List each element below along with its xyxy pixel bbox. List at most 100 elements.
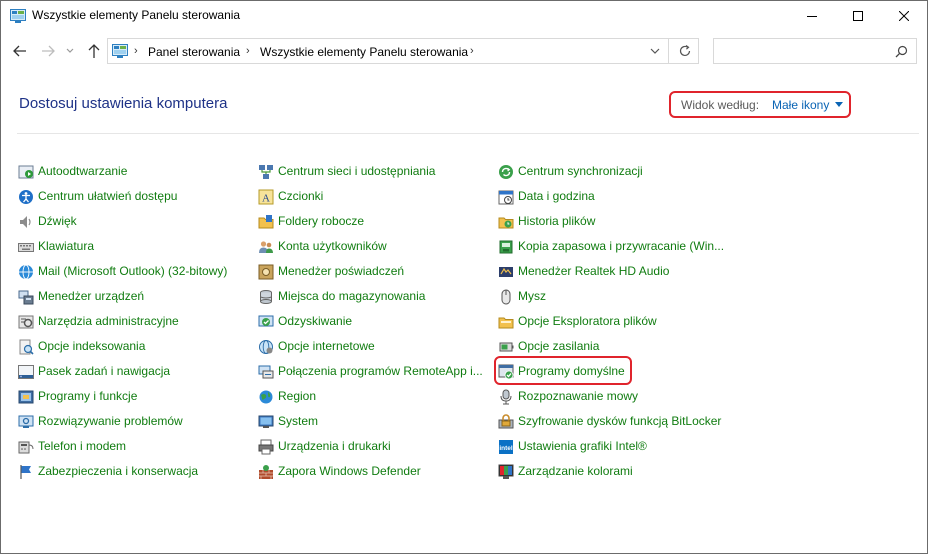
control-panel-item-label[interactable]: Konta użytkowników: [278, 239, 387, 253]
control-panel-item-label[interactable]: Rozwiązywanie problemów: [38, 414, 183, 428]
control-panel-item[interactable]: Kopia zapasowa i przywracanie (Win...: [498, 236, 736, 258]
search-input[interactable]: [713, 38, 917, 64]
address-bar[interactable]: › Panel sterowania › Wszystkie elementy …: [107, 38, 699, 64]
control-panel-icon: [10, 9, 26, 23]
control-panel-item[interactable]: intel Ustawienia grafiki Intel®: [498, 436, 736, 458]
control-panel-icon: [112, 43, 128, 59]
view-by-value[interactable]: Małe ikony: [772, 98, 829, 112]
control-panel-item[interactable]: Region: [258, 386, 496, 408]
control-panel-item-label[interactable]: Menedżer Realtek HD Audio: [518, 264, 669, 278]
control-panel-item[interactable]: Urządzenia i drukarki: [258, 436, 496, 458]
control-panel-item[interactable]: Miejsca do magazynowania: [258, 286, 496, 308]
control-panel-item[interactable]: Narzędzia administracyjne: [18, 311, 256, 333]
address-dropdown-chevron-icon[interactable]: [648, 44, 662, 58]
control-panel-item[interactable]: Data i godzina: [498, 186, 736, 208]
maximize-button[interactable]: [835, 1, 881, 32]
control-panel-item[interactable]: Centrum ułatwień dostępu: [18, 186, 256, 208]
control-panel-item[interactable]: Rozpoznawanie mowy: [498, 386, 736, 408]
control-panel-item-label[interactable]: Centrum synchronizacji: [518, 164, 643, 178]
control-panel-item-label[interactable]: Kopia zapasowa i przywracanie (Win...: [518, 239, 724, 253]
control-panel-item-label[interactable]: Dźwięk: [38, 214, 77, 228]
close-button[interactable]: [881, 1, 927, 32]
control-panel-item[interactable]: Zapora Windows Defender: [258, 461, 496, 483]
control-panel-item[interactable]: Centrum sieci i udostępniania: [258, 161, 496, 183]
control-panel-item[interactable]: Opcje Eksploratora plików: [498, 311, 736, 333]
control-panel-item[interactable]: Autoodtwarzanie: [18, 161, 256, 183]
control-panel-item-label[interactable]: Pasek zadań i nawigacja: [38, 364, 170, 378]
control-panel-item[interactable]: Mysz: [498, 286, 736, 308]
refresh-icon[interactable]: [678, 44, 692, 58]
control-panel-item-label[interactable]: Narzędzia administracyjne: [38, 314, 179, 328]
control-panel-item[interactable]: Opcje indeksowania: [18, 336, 256, 358]
control-panel-item-label[interactable]: Opcje zasilania: [518, 339, 599, 353]
minimize-button[interactable]: [789, 1, 835, 32]
control-panel-item[interactable]: Opcje zasilania: [498, 336, 736, 358]
control-panel-item-label[interactable]: Centrum sieci i udostępniania: [278, 164, 435, 178]
control-panel-item-label[interactable]: System: [278, 414, 318, 428]
control-panel-item-label[interactable]: Odzyskiwanie: [278, 314, 352, 328]
control-panel-item[interactable]: A Czcionki: [258, 186, 496, 208]
control-panel-item[interactable]: Pasek zadań i nawigacja: [18, 361, 256, 383]
control-panel-item[interactable]: Mail (Microsoft Outlook) (32-bitowy): [18, 261, 256, 283]
control-panel-item-label[interactable]: Mail (Microsoft Outlook) (32-bitowy): [38, 264, 227, 278]
control-panel-item-label[interactable]: Data i godzina: [518, 189, 595, 203]
control-panel-item[interactable]: Rozwiązywanie problemów: [18, 411, 256, 433]
control-panel-item[interactable]: Telefon i modem: [18, 436, 256, 458]
control-panel-item[interactable]: Zarządzanie kolorami: [498, 461, 736, 483]
control-panel-item-label[interactable]: Czcionki: [278, 189, 323, 203]
control-panel-item-label[interactable]: Foldery robocze: [278, 214, 364, 228]
control-panel-item-label[interactable]: Opcje Eksploratora plików: [518, 314, 657, 328]
control-panel-item-label[interactable]: Rozpoznawanie mowy: [518, 389, 638, 403]
control-panel-item[interactable]: Konta użytkowników: [258, 236, 496, 258]
control-panel-item[interactable]: Menedżer poświadczeń: [258, 261, 496, 283]
control-panel-item[interactable]: Historia plików: [498, 211, 736, 233]
control-panel-item-label[interactable]: Historia plików: [518, 214, 595, 228]
control-panel-item-label[interactable]: Połączenia programów RemoteApp i...: [278, 364, 483, 378]
control-panel-item[interactable]: Klawiatura: [18, 236, 256, 258]
control-panel-item-label[interactable]: Miejsca do magazynowania: [278, 289, 425, 303]
control-panel-item-label[interactable]: Mysz: [518, 289, 546, 303]
control-panel-item-label[interactable]: Klawiatura: [38, 239, 94, 253]
control-panel-item-label[interactable]: Urządzenia i drukarki: [278, 439, 391, 453]
control-panel-item-label[interactable]: Autoodtwarzanie: [38, 164, 127, 178]
breadcrumb-separator-icon[interactable]: ›: [246, 45, 250, 57]
view-by-selector[interactable]: Widok według: Małe ikony: [669, 91, 851, 118]
control-panel-item-label[interactable]: Zabezpieczenia i konserwacja: [38, 464, 198, 478]
control-panel-item-label[interactable]: Region: [278, 389, 316, 403]
breadcrumb-item[interactable]: Wszystkie elementy Panelu sterowania: [260, 45, 468, 59]
control-panel-item[interactable]: Dźwięk: [18, 211, 256, 233]
breadcrumb-separator-icon[interactable]: ›: [470, 45, 474, 57]
control-panel-item-label[interactable]: Centrum ułatwień dostępu: [38, 189, 177, 203]
control-panel-item-label[interactable]: Ustawienia grafiki Intel®: [518, 439, 647, 453]
control-panel-item-label[interactable]: Opcje internetowe: [278, 339, 375, 353]
breadcrumb-separator-icon[interactable]: ›: [134, 45, 138, 57]
control-panel-item-label[interactable]: Zapora Windows Defender: [278, 464, 421, 478]
up-arrow-icon[interactable]: [85, 42, 103, 60]
control-panel-item[interactable]: Centrum synchronizacji: [498, 161, 736, 183]
control-panel-item[interactable]: Programy i funkcje: [18, 386, 256, 408]
title-bar[interactable]: Wszystkie elementy Panelu sterowania: [1, 1, 927, 32]
search-icon[interactable]: [895, 45, 908, 58]
control-panel-item-label[interactable]: Menedżer poświadczeń: [278, 264, 404, 278]
control-panel-item-label[interactable]: Menedżer urządzeń: [38, 289, 144, 303]
control-panel-item-label[interactable]: Opcje indeksowania: [38, 339, 145, 353]
control-panel-item[interactable]: Opcje internetowe: [258, 336, 496, 358]
control-panel-item[interactable]: Zabezpieczenia i konserwacja: [18, 461, 256, 483]
back-arrow-icon[interactable]: [11, 42, 29, 60]
control-panel-item-label[interactable]: Szyfrowanie dysków funkcją BitLocker: [518, 414, 721, 428]
control-panel-item[interactable]: Połączenia programów RemoteApp i...: [258, 361, 496, 383]
recent-locations-chevron-icon[interactable]: [65, 42, 75, 60]
control-panel-item-label[interactable]: Zarządzanie kolorami: [518, 464, 633, 478]
control-panel-item[interactable]: Odzyskiwanie: [258, 311, 496, 333]
control-panel-item[interactable]: System: [258, 411, 496, 433]
breadcrumb-item[interactable]: Panel sterowania: [148, 45, 240, 59]
control-panel-item-label[interactable]: Telefon i modem: [38, 439, 126, 453]
control-panel-item[interactable]: Menedżer Realtek HD Audio: [498, 261, 736, 283]
forward-arrow-icon[interactable]: [39, 42, 57, 60]
control-panel-item[interactable]: Szyfrowanie dysków funkcją BitLocker: [498, 411, 736, 433]
view-dropdown-arrow-icon[interactable]: [835, 102, 843, 107]
realtek-icon: [498, 264, 514, 280]
control-panel-item[interactable]: Menedżer urządzeń: [18, 286, 256, 308]
control-panel-item-label[interactable]: Programy i funkcje: [38, 389, 137, 403]
control-panel-item[interactable]: Foldery robocze: [258, 211, 496, 233]
